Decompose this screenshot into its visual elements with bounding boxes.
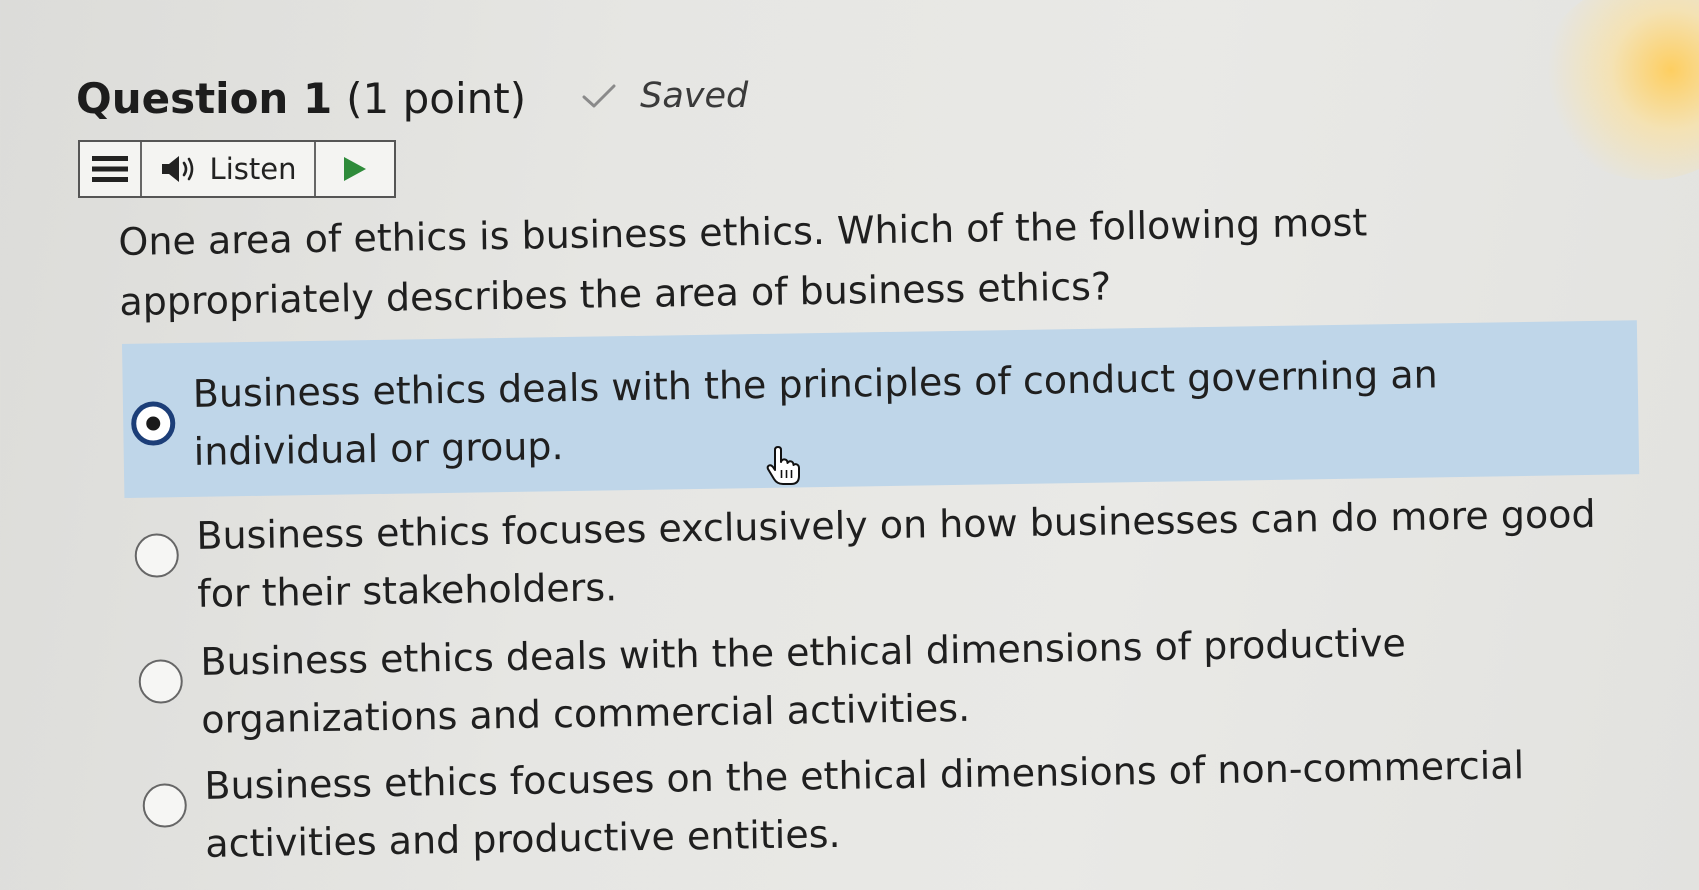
answer-option-3[interactable]: Business ethics deals with the ethical d… bbox=[130, 610, 1647, 756]
answer-option-2-label: Business ethics focuses exclusively on h… bbox=[196, 491, 1596, 616]
answer-option-2[interactable]: Business ethics focuses exclusively on h… bbox=[126, 484, 1643, 630]
question-text: One area of ethics is business ethics. W… bbox=[118, 200, 1368, 324]
checkmark-icon bbox=[582, 84, 616, 108]
listen-label: Listen bbox=[209, 152, 297, 186]
readspeaker-menu-button[interactable] bbox=[80, 142, 142, 196]
play-button[interactable] bbox=[316, 142, 394, 196]
saved-status: Saved bbox=[582, 76, 748, 116]
question-title: Question 1 bbox=[76, 74, 333, 123]
radio-dot-icon bbox=[146, 416, 161, 431]
radio-button[interactable] bbox=[142, 783, 188, 828]
speaker-icon bbox=[161, 156, 193, 182]
saved-label: Saved bbox=[640, 76, 749, 116]
question-header: Question 1 (1 point) Saved bbox=[76, 74, 748, 123]
hand-pointer-cursor-icon bbox=[766, 446, 800, 485]
screen-glare bbox=[1539, 0, 1699, 180]
answer-option-4[interactable]: Business ethics focuses on the ethical d… bbox=[134, 734, 1651, 880]
answer-option-3-label: Business ethics deals with the ethical d… bbox=[200, 620, 1407, 742]
play-icon bbox=[344, 157, 366, 181]
answer-option-4-label: Business ethics focuses on the ethical d… bbox=[204, 743, 1525, 866]
radio-button[interactable] bbox=[138, 659, 184, 704]
listen-toolbar: Listen bbox=[78, 140, 396, 198]
question-points: (1 point) bbox=[346, 74, 527, 123]
answer-option-1[interactable]: Business ethics deals with the principle… bbox=[122, 320, 1640, 498]
radio-button-selected[interactable] bbox=[130, 401, 176, 446]
hamburger-menu-icon bbox=[92, 156, 128, 182]
listen-button[interactable]: Listen bbox=[142, 142, 316, 196]
radio-button[interactable] bbox=[134, 533, 180, 578]
answer-option-1-label: Business ethics deals with the principle… bbox=[192, 352, 1438, 474]
